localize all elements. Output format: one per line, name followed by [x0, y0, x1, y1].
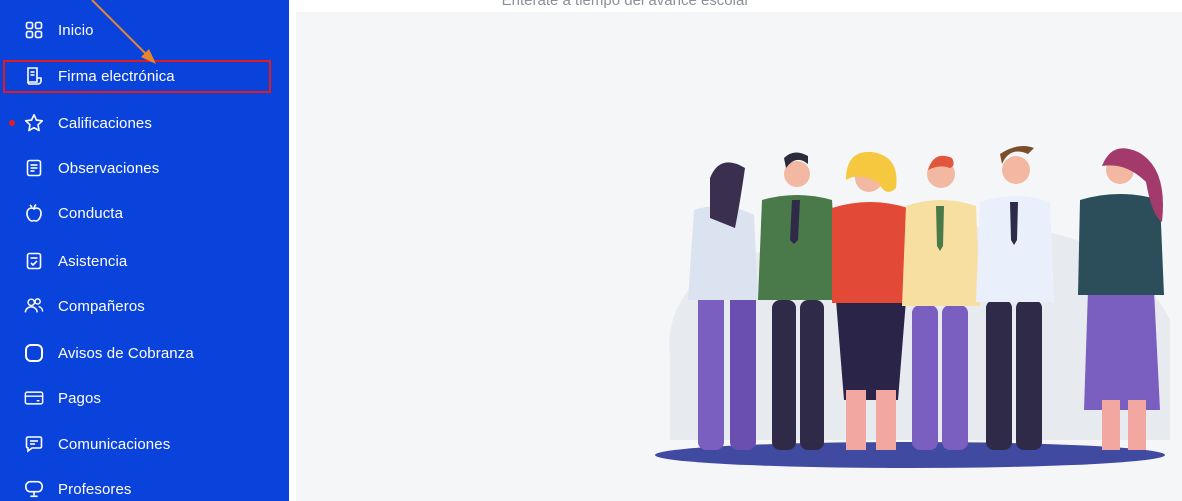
document-sign-icon [24, 66, 44, 86]
card-icon [24, 388, 44, 408]
notification-dot [9, 120, 15, 126]
sidebar-item-conducta[interactable]: Conducta [0, 191, 289, 235]
sidebar-item-avisos-de-cobranza[interactable]: Avisos de Cobranza [0, 331, 289, 375]
sidebar-item-label: Inicio [58, 21, 94, 39]
people-icon [24, 296, 44, 316]
sidebar-item-label: Conducta [58, 204, 124, 222]
checklist-icon [24, 251, 44, 271]
sidebar-item-firma-electronica[interactable]: Firma electrónica [0, 54, 289, 98]
sidebar-item-pagos[interactable]: Pagos [0, 376, 289, 420]
page-subtitle: Entérate a tiempo del avance escolar [501, 0, 750, 9]
sidebar-item-label: Observaciones [58, 159, 160, 177]
sidebar-item-comunicaciones[interactable]: Comunicaciones [0, 422, 289, 466]
star-icon [24, 113, 44, 133]
sidebar-item-label: Comunicaciones [58, 435, 171, 453]
sidebar: Inicio Firma electrónica Calificaciones … [0, 0, 289, 501]
sidebar-item-calificaciones[interactable]: Calificaciones [0, 101, 289, 145]
team-illustration [655, 146, 1170, 468]
sidebar-item-label: Profesores [58, 480, 132, 498]
sidebar-item-label: Firma electrónica [58, 67, 175, 85]
sidebar-item-label: Pagos [58, 389, 102, 407]
sidebar-item-label: Avisos de Cobranza [58, 344, 194, 362]
sidebar-item-label: Compañeros [58, 297, 145, 315]
chalkboard-icon [24, 479, 44, 499]
sidebar-item-companeros[interactable]: Compañeros [0, 284, 289, 328]
message-icon [24, 434, 44, 454]
sidebar-item-inicio[interactable]: Inicio [0, 8, 289, 52]
sidebar-item-label: Calificaciones [58, 114, 152, 132]
rounded-square-icon [24, 343, 44, 363]
note-icon [24, 158, 44, 178]
sidebar-item-observaciones[interactable]: Observaciones [0, 146, 289, 190]
sidebar-item-label: Asistencia [58, 252, 128, 270]
apple-icon [24, 203, 44, 223]
sidebar-item-profesores[interactable]: Profesores [0, 467, 289, 501]
sidebar-item-asistencia[interactable]: Asistencia [0, 239, 289, 283]
grid-icon [24, 20, 44, 40]
